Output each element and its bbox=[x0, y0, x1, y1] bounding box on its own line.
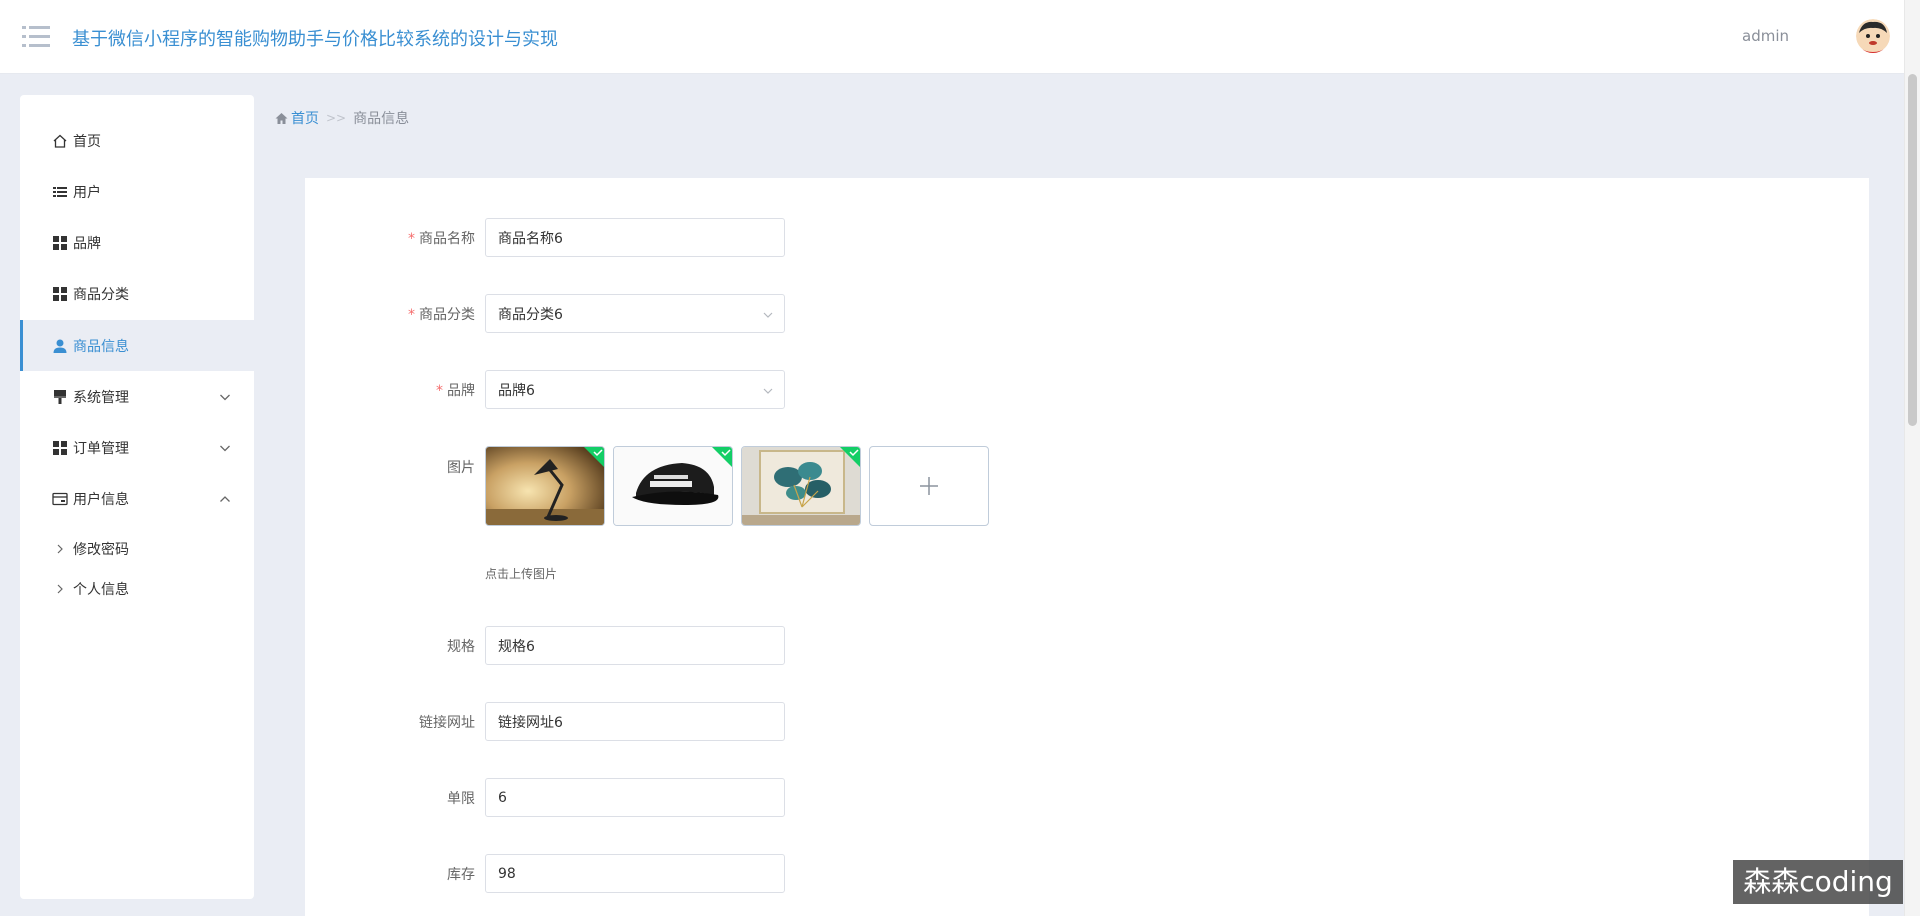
breadcrumb-home-link[interactable]: 首页 bbox=[291, 108, 319, 128]
upload-button[interactable] bbox=[869, 446, 989, 526]
watermark: 森森coding bbox=[1733, 860, 1903, 904]
sidebar-item-users[interactable]: 用户 bbox=[20, 166, 254, 217]
sidebar-item-label: 用户 bbox=[73, 184, 101, 201]
sidebar-subitem-label: 个人信息 bbox=[73, 582, 129, 598]
spec-input[interactable] bbox=[485, 626, 785, 665]
menu-toggle-icon[interactable] bbox=[22, 24, 50, 50]
image-label: 图片 bbox=[447, 460, 475, 476]
sidebar-item-home[interactable]: 首页 bbox=[20, 115, 254, 166]
grid-icon bbox=[52, 286, 68, 302]
product-name-label: * 商品名称 bbox=[408, 231, 475, 247]
chevron-down-icon bbox=[218, 390, 232, 404]
breadcrumb: 首页 >> 商品信息 bbox=[275, 108, 409, 128]
category-select-value: 商品分类6 bbox=[498, 306, 563, 323]
breadcrumb-separator: >> bbox=[326, 111, 347, 125]
link-input[interactable] bbox=[485, 702, 785, 741]
chevron-right-icon bbox=[54, 543, 66, 555]
sidebar-subitem-profile[interactable]: 个人信息 bbox=[20, 571, 254, 607]
brush-icon bbox=[52, 389, 68, 405]
sidebar-item-label: 商品分类 bbox=[73, 286, 129, 303]
sidebar-item-system[interactable]: 系统管理 bbox=[20, 371, 254, 422]
chevron-up-icon bbox=[218, 492, 232, 506]
avatar[interactable] bbox=[1856, 19, 1890, 53]
page-scrollbar[interactable] bbox=[1904, 0, 1920, 916]
category-select[interactable]: 商品分类6 bbox=[485, 294, 785, 333]
breadcrumb-current: 商品信息 bbox=[353, 111, 410, 127]
grid-icon bbox=[52, 235, 68, 251]
product-name-input[interactable] bbox=[485, 218, 785, 257]
spec-label: 规格 bbox=[447, 639, 475, 655]
sidebar-item-label: 订单管理 bbox=[73, 440, 129, 457]
sidebar-item-label: 用户信息 bbox=[73, 491, 129, 508]
app-title: 基于微信小程序的智能购物助手与价格比较系统的设计与实现 bbox=[72, 29, 558, 50]
sidebar-item-label: 商品信息 bbox=[73, 338, 129, 355]
list-icon bbox=[52, 184, 68, 200]
card-icon bbox=[52, 491, 68, 507]
sidebar-item-product-info[interactable]: 商品信息 bbox=[20, 320, 254, 371]
stock-input[interactable] bbox=[485, 854, 785, 893]
user-icon bbox=[52, 338, 68, 354]
plus-icon bbox=[917, 474, 941, 498]
link-label: 链接网址 bbox=[419, 715, 475, 731]
chevron-down-icon bbox=[218, 441, 232, 455]
sidebar-item-label: 首页 bbox=[73, 133, 101, 150]
uploaded-image-lamp[interactable] bbox=[485, 446, 605, 526]
sidebar-item-orders[interactable]: 订单管理 bbox=[20, 422, 254, 473]
sidebar-subitem-change-password[interactable]: 修改密码 bbox=[20, 531, 254, 567]
stock-label: 库存 bbox=[447, 867, 475, 883]
sidebar-item-label: 品牌 bbox=[73, 235, 101, 252]
brand-label: * 品牌 bbox=[436, 383, 475, 399]
chevron-down-icon bbox=[762, 385, 774, 397]
home-icon bbox=[52, 133, 68, 149]
sidebar-item-brand[interactable]: 品牌 bbox=[20, 217, 254, 268]
chevron-down-icon bbox=[762, 309, 774, 321]
top-bar: 基于微信小程序的智能购物助手与价格比较系统的设计与实现 admin bbox=[0, 0, 1920, 74]
upload-tip: 点击上传图片 bbox=[485, 567, 558, 581]
sidebar: 首页 用户 品牌 商品分类 商品信息 系统管理 订单管理 用户信息 修改密码 个… bbox=[20, 95, 254, 899]
limit-input[interactable] bbox=[485, 778, 785, 817]
sidebar-item-category[interactable]: 商品分类 bbox=[20, 268, 254, 319]
grid-icon bbox=[52, 440, 68, 456]
sidebar-item-label: 系统管理 bbox=[73, 389, 129, 406]
scrollbar-thumb[interactable] bbox=[1908, 74, 1917, 426]
brand-select-value: 品牌6 bbox=[498, 382, 535, 399]
uploaded-image-painting[interactable] bbox=[741, 446, 861, 526]
uploaded-image-cap[interactable] bbox=[613, 446, 733, 526]
chevron-right-icon bbox=[54, 583, 66, 595]
sidebar-item-user-info[interactable]: 用户信息 bbox=[20, 473, 254, 524]
sidebar-subitem-label: 修改密码 bbox=[73, 542, 129, 558]
brand-select[interactable]: 品牌6 bbox=[485, 370, 785, 409]
limit-label: 单限 bbox=[447, 791, 475, 807]
user-name[interactable]: admin bbox=[1742, 27, 1789, 45]
category-label: * 商品分类 bbox=[408, 307, 475, 323]
home-icon bbox=[275, 112, 288, 125]
